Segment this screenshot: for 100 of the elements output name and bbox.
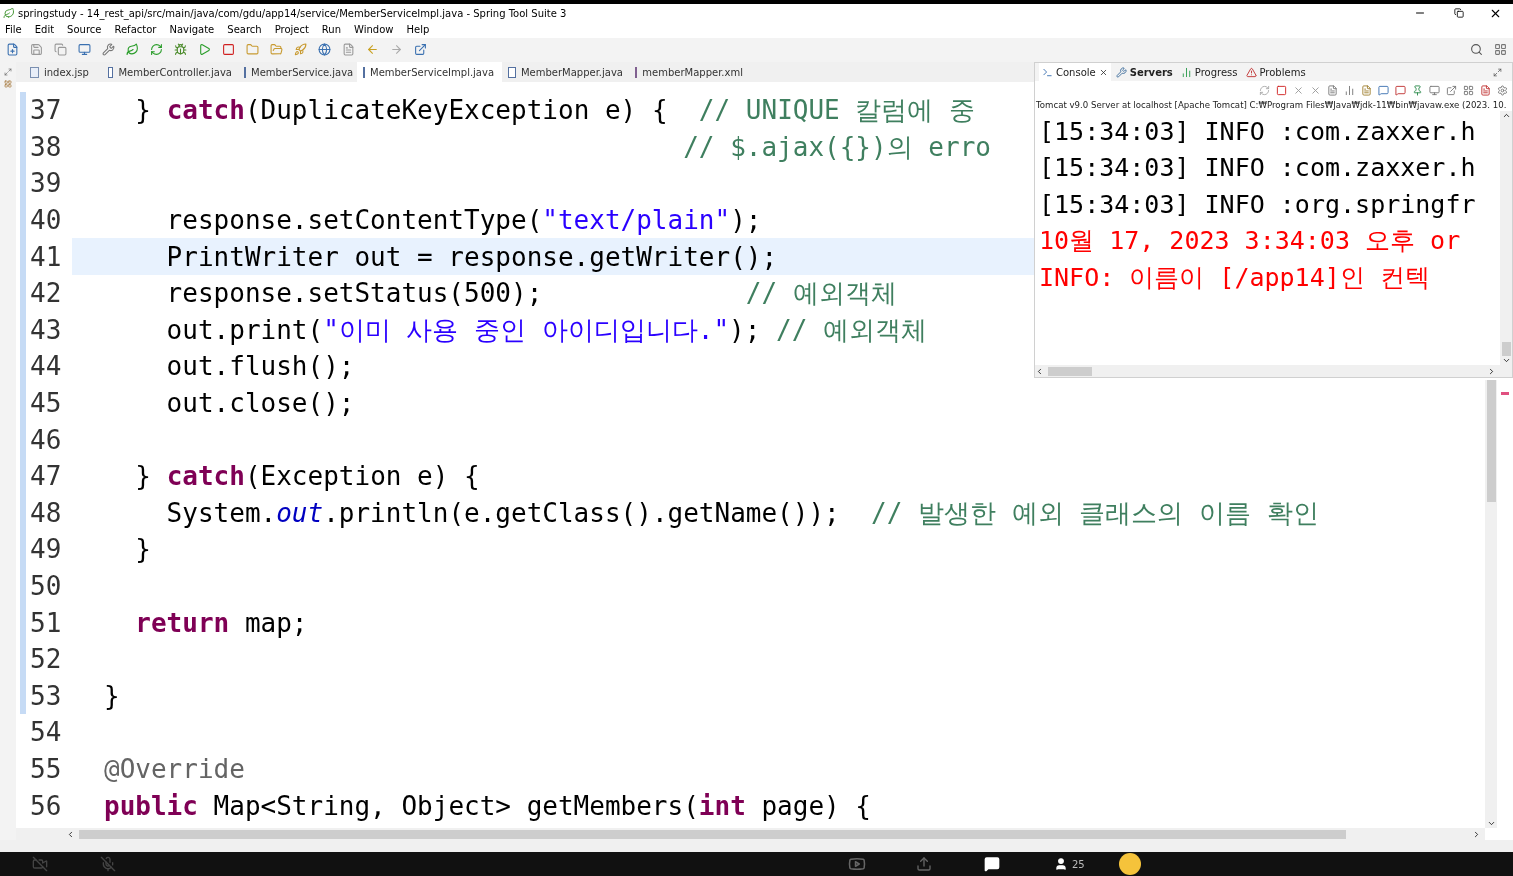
external-link-icon[interactable] (414, 42, 427, 56)
scrollbar-thumb[interactable] (1048, 366, 1092, 376)
restore-icon (1454, 8, 1464, 18)
view-tab[interactable]: Progress (1177, 63, 1241, 81)
line-number: 47 (29, 463, 63, 490)
scroll-down-icon[interactable] (1501, 356, 1511, 365)
view-tab[interactable]: Problems (1242, 63, 1309, 81)
editor-tab[interactable]: MemberServiceImpl.java (357, 62, 502, 82)
code-line: response.setStatus(500); // 예외객체 (165, 280, 897, 307)
console-line: INFO: 이름이 [/app14]인 컨텍 (1039, 261, 1431, 294)
scroll-right-icon[interactable] (1487, 366, 1496, 376)
refresh-icon[interactable] (150, 42, 163, 56)
stop-icon[interactable] (1276, 84, 1287, 96)
scrollbar-thumb[interactable] (79, 829, 1346, 839)
horizontal-scrollbar[interactable] (16, 828, 1485, 840)
save-icon[interactable] (30, 42, 43, 56)
menu-item[interactable]: Search (227, 25, 262, 35)
menu-item[interactable]: Source (67, 25, 102, 35)
line-number: 45 (29, 390, 63, 417)
camera-off-icon[interactable] (32, 856, 48, 872)
scroll-up-icon[interactable] (1501, 111, 1511, 120)
vertical-scrollbar[interactable] (1500, 111, 1512, 365)
servers-icon (1115, 66, 1127, 78)
folder-icon[interactable] (246, 42, 259, 56)
restore-icon[interactable] (4, 68, 12, 76)
share-icon[interactable] (916, 856, 932, 872)
line-number: 56 (29, 792, 63, 819)
copy-icon[interactable] (54, 42, 67, 56)
editor-tab[interactable]: memberMapper.xml (629, 62, 749, 82)
remove-icon[interactable] (1293, 84, 1304, 96)
outline-icon[interactable] (4, 80, 12, 88)
bug-icon[interactable] (174, 42, 187, 56)
editor-tab[interactable]: MemberService.java (238, 62, 357, 82)
scrollbar-thumb[interactable] (1501, 342, 1511, 356)
view-tab[interactable]: Servers (1112, 63, 1176, 81)
clear-icon[interactable] (1327, 84, 1338, 96)
file-icon[interactable] (342, 42, 355, 56)
menu-item[interactable]: File (5, 25, 22, 35)
show-error-icon[interactable] (1395, 84, 1406, 96)
code-line: System.out.println(e.getClass().getName()); // 발생한 예외 클래스의 이름 확인 (165, 499, 1319, 526)
code-line: @Override (104, 756, 245, 782)
scrollbar-thumb[interactable] (1486, 380, 1496, 502)
menu-item[interactable]: Navigate (169, 25, 215, 35)
search-icon[interactable] (1470, 42, 1483, 56)
participant-count: 25 (1072, 857, 1085, 872)
run-icon[interactable] (198, 42, 211, 56)
menu-item[interactable]: Help (406, 25, 430, 35)
layout-icon[interactable] (1463, 84, 1474, 96)
jsp-file-icon (30, 66, 39, 78)
scroll-lock-icon[interactable] (1344, 84, 1355, 96)
editor-tab[interactable]: index.jsp (24, 62, 102, 82)
participants-icon[interactable] (1054, 857, 1068, 871)
forward-icon[interactable] (390, 42, 403, 56)
menu-item[interactable]: Refactor (114, 25, 157, 35)
emoji-icon[interactable] (1118, 853, 1141, 875)
display-icon[interactable] (1429, 84, 1440, 96)
view-tab[interactable]: Console (1039, 63, 1111, 81)
close-tab-icon[interactable] (1098, 67, 1108, 77)
show-output-icon[interactable] (1378, 84, 1389, 96)
pin-icon[interactable] (1412, 84, 1423, 96)
settings-icon[interactable] (1497, 84, 1508, 96)
rocket-icon[interactable] (294, 42, 307, 56)
globe-icon[interactable] (318, 42, 331, 56)
leaf-icon[interactable] (126, 42, 139, 56)
console-icon (1042, 66, 1053, 78)
vertical-scrollbar[interactable] (1485, 380, 1497, 828)
stop-icon[interactable] (222, 42, 235, 56)
back-icon[interactable] (366, 42, 379, 56)
menu-item[interactable]: Run (321, 25, 342, 35)
scroll-right-icon[interactable] (1472, 829, 1481, 839)
new-console-icon[interactable] (1446, 84, 1457, 96)
menu-item[interactable]: Window (354, 25, 394, 35)
menu-item[interactable]: Project (274, 25, 309, 35)
maximize-icon[interactable] (1493, 67, 1502, 77)
console-line: [15:34:03] INFO :com.zaxxer.h (1039, 152, 1477, 185)
horizontal-scrollbar[interactable] (1035, 365, 1512, 377)
scroll-left-icon[interactable] (66, 829, 75, 839)
new-file-icon[interactable] (6, 42, 19, 56)
editor-tab[interactable]: MemberController.java (102, 62, 238, 82)
editor-tab[interactable]: MemberMapper.java (502, 62, 629, 82)
scroll-down-icon[interactable] (1486, 819, 1496, 828)
remove-all-icon[interactable] (1310, 84, 1321, 96)
chat-icon[interactable] (984, 856, 1000, 872)
word-wrap-icon[interactable] (1361, 84, 1372, 96)
scroll-left-icon[interactable] (1035, 366, 1044, 376)
line-number: 40 (29, 207, 63, 234)
overview-marker[interactable] (1501, 392, 1509, 395)
mic-off-icon[interactable] (100, 856, 116, 872)
monitor-icon[interactable] (78, 42, 91, 56)
refresh-icon[interactable] (1259, 84, 1270, 96)
wrench-icon[interactable] (102, 42, 115, 56)
open-folder-icon[interactable] (270, 42, 283, 56)
code-line: PrintWriter out = response.getWriter(); (165, 243, 778, 270)
perspective-icon[interactable] (1494, 42, 1507, 56)
code-line: return map; (134, 609, 308, 636)
text-icon[interactable] (1480, 84, 1491, 96)
app-logo-icon (3, 7, 15, 19)
video-icon[interactable] (848, 855, 866, 873)
menu-item[interactable]: Edit (34, 25, 55, 35)
console-line: 10월 17, 2023 3:34:03 오후 or (1039, 225, 1462, 258)
